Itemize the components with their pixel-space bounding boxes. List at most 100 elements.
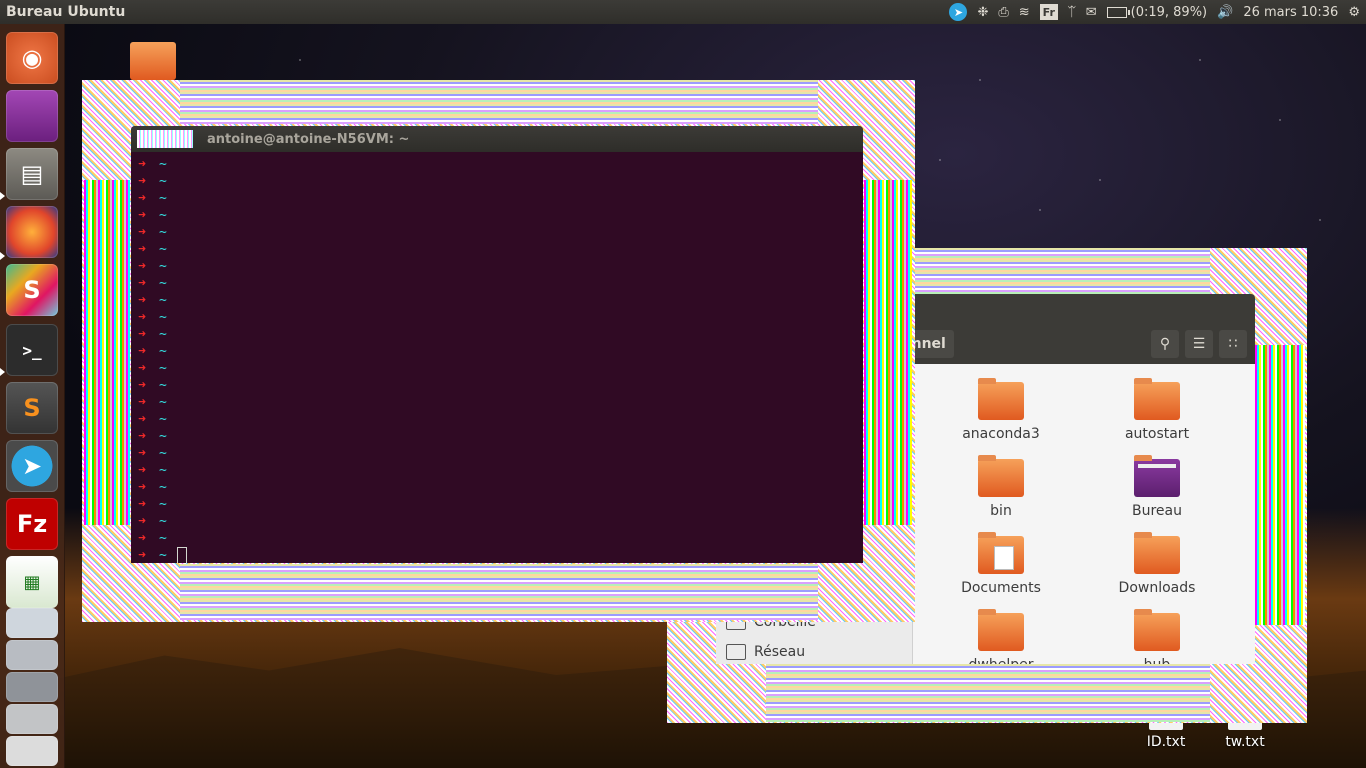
folder-item[interactable]: anaconda3 <box>936 378 1066 442</box>
window-controls[interactable] <box>137 130 193 148</box>
terminal-prompt-line: ➜ ~ <box>131 292 863 309</box>
list-view-icon[interactable]: ☰ <box>1185 330 1213 358</box>
printer-icon[interactable] <box>6 640 58 670</box>
prompt-arrow: ➜ <box>138 395 146 410</box>
running-indicator <box>0 252 5 260</box>
prompt-dir: ~ <box>159 208 167 223</box>
terminal-prompt-line: ➜ ~ <box>131 343 863 360</box>
sublime-text-icon[interactable]: S <box>6 382 58 434</box>
terminal-prompt-line: ➜ ~ <box>131 207 863 224</box>
prompt-arrow: ➜ <box>138 174 146 189</box>
prompt-dir: ~ <box>159 480 167 495</box>
scanner-icon[interactable] <box>6 608 58 638</box>
prompt-arrow: ➜ <box>138 378 146 393</box>
prompt-arrow: ➜ <box>138 242 146 257</box>
launcher: ◉ ▤ S >_ S ➤ Fz ▦ <box>0 24 65 768</box>
prompt-dir: ~ <box>159 429 167 444</box>
calculator-icon[interactable] <box>6 672 58 702</box>
terminal-icon[interactable]: >_ <box>6 324 58 376</box>
clock[interactable]: 26 mars 10:36 <box>1243 2 1338 22</box>
prompt-arrow: ➜ <box>138 412 146 427</box>
mail-icon[interactable]: ✉ <box>1086 2 1097 22</box>
terminal-prompt-line: ➜ ~ <box>131 462 863 479</box>
libreoffice-calc-icon[interactable]: ▦ <box>6 556 58 608</box>
folder-item[interactable]: hub <box>1092 609 1222 664</box>
prompt-dir: ~ <box>159 497 167 512</box>
prompt-arrow: ➜ <box>138 276 146 291</box>
glitch-stripes <box>864 180 912 525</box>
folder-label: bin <box>990 503 1012 519</box>
sidebar-item-network[interactable]: Réseau <box>726 644 805 660</box>
prompt-arrow: ➜ <box>138 361 146 376</box>
terminal-prompt-line: ➜ ~ <box>131 275 863 292</box>
folder-item[interactable]: Documents <box>936 532 1066 596</box>
folder-item[interactable]: dwhelper <box>936 609 1066 664</box>
prompt-arrow: ➜ <box>138 446 146 461</box>
folder-label: Bureau <box>1132 503 1182 519</box>
prompt-arrow: ➜ <box>138 191 146 206</box>
wifi-icon[interactable]: ≋ <box>1019 2 1030 22</box>
prompt-dir: ~ <box>159 191 167 206</box>
terminal-prompt-line: ➜ ~ <box>131 411 863 428</box>
network-icon <box>726 644 746 660</box>
bluetooth-icon[interactable]: ᛠ <box>1068 2 1076 22</box>
terminal-prompt-line: ➜ ~ <box>131 530 863 547</box>
printer-indicator-icon[interactable]: ⎙ <box>998 2 1008 22</box>
keyboard-layout-indicator[interactable]: Fr <box>1039 4 1058 20</box>
terminal-prompt-line: ➜ ~ <box>131 547 863 563</box>
folder-label: dwhelper <box>936 657 1066 664</box>
terminal-prompt-line: ➜ ~ <box>131 190 863 207</box>
folder-item[interactable]: Bureau <box>1092 455 1222 519</box>
desktop-folder-icon[interactable] <box>130 42 176 80</box>
terminal-window[interactable]: antoine@antoine-N56VM: ~ ➜ ~ ➜ ~ ➜ ~ ➜ ~ ➜ ~ ➜ ~ ➜ ~ ➜… <box>131 126 863 563</box>
terminal-prompt-line: ➜ ~ <box>131 377 863 394</box>
terminal-titlebar[interactable]: antoine@antoine-N56VM: ~ <box>131 126 863 152</box>
workspace-switcher-icon[interactable] <box>6 90 58 142</box>
glitch-stripes <box>766 664 1210 722</box>
folder-label: Downloads <box>1118 580 1196 596</box>
files-icon[interactable]: ▤ <box>6 148 58 200</box>
terminal-prompt-line: ➜ ~ <box>131 445 863 462</box>
disk-icon[interactable] <box>6 704 58 734</box>
folder-label: anaconda3 <box>962 426 1040 442</box>
prompt-dir: ~ <box>159 327 167 342</box>
ubuntu-dash-icon[interactable]: ◉ <box>6 32 58 84</box>
search-icon[interactable]: ⚲ <box>1151 330 1179 358</box>
stack-icon[interactable] <box>6 736 58 766</box>
top-panel: Bureau Ubuntu ➤ ❉ ⎙ ≋ Fr ᛠ ✉ (0:19, 89%)… <box>0 0 1366 24</box>
settings-gear-icon[interactable]: ❉ <box>977 2 988 22</box>
terminal-prompt-line: ➜ ~ <box>131 258 863 275</box>
filezilla-icon[interactable]: Fz <box>6 498 58 550</box>
sidebar-item-label: Réseau <box>754 644 806 660</box>
desktop-file-label: ID.txt <box>1146 734 1186 750</box>
folder-item[interactable]: bin <box>936 455 1066 519</box>
folder-icon <box>1134 609 1180 651</box>
firefox-icon[interactable] <box>6 206 58 258</box>
terminal-output[interactable]: ➜ ~ ➜ ~ ➜ ~ ➜ ~ ➜ ~ ➜ ~ ➜ ~ ➜ ~ ➜ ~ ➜ ~ ➜ ~ ➜ ~ ➜ ~ ➜ ~ ➜ ~ ➜ ~ ➜ ~ ➜ ~ ➜ ~ ➜ ~… <box>131 152 863 563</box>
telegram-indicator-icon[interactable]: ➤ <box>949 3 968 21</box>
folder-icon <box>978 378 1024 420</box>
prompt-dir: ~ <box>159 225 167 240</box>
prompt-dir: ~ <box>159 344 167 359</box>
folder-item[interactable]: Downloads <box>1092 532 1222 596</box>
folder-label: hub <box>1092 657 1222 664</box>
prompt-arrow: ➜ <box>138 463 146 478</box>
prompt-dir: ~ <box>159 293 167 308</box>
documents-folder-icon <box>978 532 1024 574</box>
prompt-dir: ~ <box>159 361 167 376</box>
prompt-arrow: ➜ <box>138 480 146 495</box>
system-gear-icon[interactable]: ⚙ <box>1348 2 1360 22</box>
slack-icon[interactable]: S <box>6 264 58 316</box>
volume-icon[interactable]: 🔊 <box>1217 2 1233 22</box>
fm-file-grid: anaconda3 autostart bin Bureau Documents… <box>912 364 1255 664</box>
terminal-title: antoine@antoine-N56VM: ~ <box>207 131 410 147</box>
prompt-dir: ~ <box>159 514 167 529</box>
terminal-prompt-line: ➜ ~ <box>131 309 863 326</box>
battery-indicator[interactable]: (0:19, 89%) <box>1106 2 1207 22</box>
grid-view-icon[interactable]: ∷ <box>1219 330 1247 358</box>
folder-item[interactable]: autostart <box>1092 378 1222 442</box>
telegram-icon[interactable]: ➤ <box>6 440 58 492</box>
prompt-arrow: ➜ <box>138 310 146 325</box>
battery-icon <box>1106 6 1130 18</box>
prompt-arrow: ➜ <box>138 225 146 240</box>
